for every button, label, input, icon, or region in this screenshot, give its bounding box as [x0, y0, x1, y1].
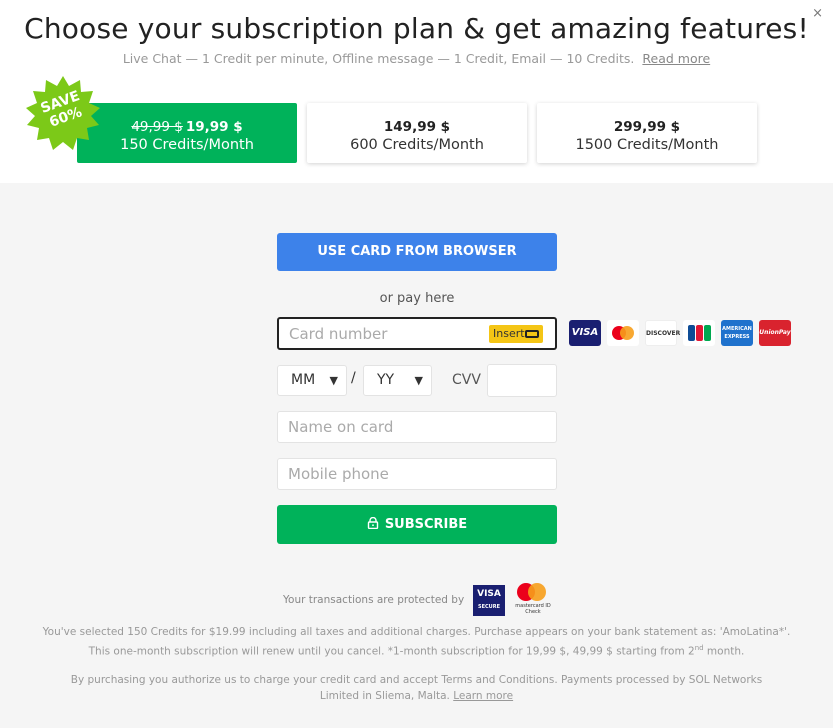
mastercard-icon	[607, 320, 639, 346]
legal-line-1: You've selected 150 Credits for $19.99 i…	[42, 626, 791, 638]
plan-price: 149,99 $	[383, 119, 451, 135]
pricing-subtitle: Live Chat — 1 Credit per minute, Offline…	[0, 51, 833, 66]
plan-price: 49,99 $19,99 $	[77, 118, 297, 136]
mobile-phone-input[interactable]: Mobile phone	[277, 458, 557, 490]
legal-line-4: Limited in Sliema, Malta. Learn more	[40, 688, 793, 704]
plan-credits: 600 Credits/Month	[350, 137, 484, 153]
visa-secure-icon: VISA SECURE	[473, 585, 505, 616]
expiry-month-select[interactable]: MM ▼	[277, 365, 347, 396]
use-card-from-browser-button[interactable]: USE CARD FROM BROWSER	[277, 233, 557, 271]
plan-option-1500[interactable]: 299,99 $ 1500 Credits/Month	[537, 103, 757, 163]
learn-more-link[interactable]: Learn more	[453, 690, 513, 702]
insert-card-button[interactable]: Insert	[489, 325, 543, 343]
or-pay-here-label: or pay here	[379, 291, 455, 306]
subscribe-button[interactable]: SUBSCRIBE	[277, 505, 557, 544]
plan-credits: 150 Credits/Month	[120, 137, 254, 153]
month-value: MM	[291, 372, 316, 388]
card-chip-icon	[525, 330, 539, 338]
visa-secure-sub: SECURE	[473, 601, 505, 614]
legal-line-2-sup: nd	[694, 644, 704, 652]
save-badge: SAVE 60%	[24, 76, 102, 154]
discover-icon: DISCOVER	[645, 320, 680, 346]
amex-icon: AMERICAN EXPRESS	[721, 320, 753, 346]
visa-secure-label: VISA	[477, 589, 501, 599]
legal-terms: By purchasing you authorize us to charge…	[40, 672, 793, 704]
plan-old-price: 49,99 $	[131, 119, 183, 135]
plan-credits: 1500 Credits/Month	[575, 137, 719, 153]
legal-disclaimer: You've selected 150 Credits for $19.99 i…	[40, 624, 793, 660]
mastercard-id-check-icon: mastercard ID Check	[515, 583, 551, 617]
page-title: Choose your subscription plan & get amaz…	[24, 12, 809, 45]
card-number-placeholder: Card number	[289, 325, 388, 343]
chevron-down-icon: ▼	[329, 374, 338, 387]
legal-line-2-end: month.	[703, 645, 745, 658]
mc-check-label: mastercard ID Check	[515, 603, 551, 615]
card-number-input[interactable]: Card number Insert	[277, 317, 557, 350]
protected-text: Your transactions are protected by	[283, 594, 465, 606]
cvv-input[interactable]	[487, 364, 557, 397]
chevron-down-icon: ▼	[414, 374, 423, 387]
pricing-info-text: Live Chat — 1 Credit per minute, Offline…	[122, 51, 635, 66]
cvv-label: CVV	[452, 372, 481, 388]
name-on-card-input[interactable]: Name on card	[277, 411, 557, 443]
plan-selection-panel: × Choose your subscription plan & get am…	[0, 0, 833, 183]
year-value: YY	[377, 372, 395, 388]
legal-line-4-text: Limited in Sliema, Malta.	[319, 690, 450, 702]
expiry-separator: /	[351, 370, 356, 386]
phone-placeholder: Mobile phone	[288, 465, 389, 483]
insert-label: Insert	[493, 327, 525, 340]
legal-line-3: By purchasing you authorize us to charge…	[70, 674, 763, 686]
subscribe-label: SUBSCRIBE	[384, 517, 468, 532]
visa-icon: VISA	[569, 320, 601, 346]
lock-icon	[367, 517, 379, 529]
name-placeholder: Name on card	[288, 418, 394, 436]
unionpay-icon: UnionPay	[759, 320, 791, 346]
read-more-link[interactable]: Read more	[642, 51, 710, 66]
plan-option-600[interactable]: 149,99 $ 600 Credits/Month	[307, 103, 527, 163]
plan-option-150[interactable]: 49,99 $19,99 $ 150 Credits/Month	[77, 103, 297, 163]
legal-line-2: This one-month subscription will renew u…	[40, 640, 793, 660]
plan-price: 299,99 $	[613, 119, 681, 135]
expiry-year-select[interactable]: YY ▼	[363, 365, 432, 396]
plan-new-price: 19,99 $	[185, 119, 243, 135]
jcb-icon	[683, 320, 715, 346]
legal-line-2-text: This one-month subscription will renew u…	[88, 645, 695, 658]
